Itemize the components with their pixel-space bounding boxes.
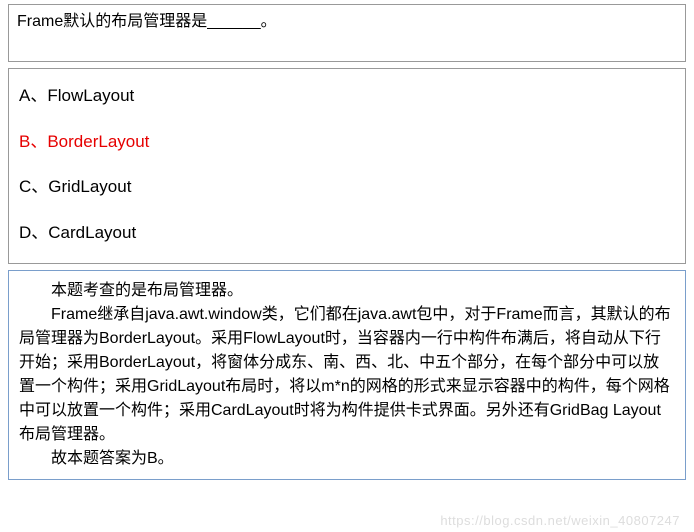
- watermark: https://blog.csdn.net/weixin_40807247: [440, 513, 680, 528]
- explanation-p2: Frame继承自java.awt.window类，它们都在java.awt包中，…: [19, 303, 675, 447]
- option-c-label: C、: [19, 177, 48, 196]
- option-b-text: BorderLayout: [47, 132, 149, 151]
- option-c[interactable]: C、GridLayout: [19, 164, 675, 210]
- question-text: Frame默认的布局管理器是______。: [17, 13, 277, 30]
- option-b[interactable]: B、BorderLayout: [19, 119, 675, 165]
- option-c-text: GridLayout: [48, 177, 131, 196]
- option-d[interactable]: D、CardLayout: [19, 210, 675, 256]
- option-b-label: B、: [19, 132, 47, 151]
- explanation-p1: 本题考查的是布局管理器。: [19, 279, 675, 303]
- explanation-p3: 故本题答案为B。: [19, 447, 675, 471]
- option-a-text: FlowLayout: [47, 86, 134, 105]
- option-d-text: CardLayout: [48, 223, 136, 242]
- option-a[interactable]: A、FlowLayout: [19, 73, 675, 119]
- question-box: Frame默认的布局管理器是______。: [8, 4, 686, 62]
- options-list: A、FlowLayout B、BorderLayout C、GridLayout…: [8, 68, 686, 264]
- option-a-label: A、: [19, 86, 47, 105]
- option-d-label: D、: [19, 223, 48, 242]
- explanation-box: 本题考查的是布局管理器。 Frame继承自java.awt.window类，它们…: [8, 270, 686, 480]
